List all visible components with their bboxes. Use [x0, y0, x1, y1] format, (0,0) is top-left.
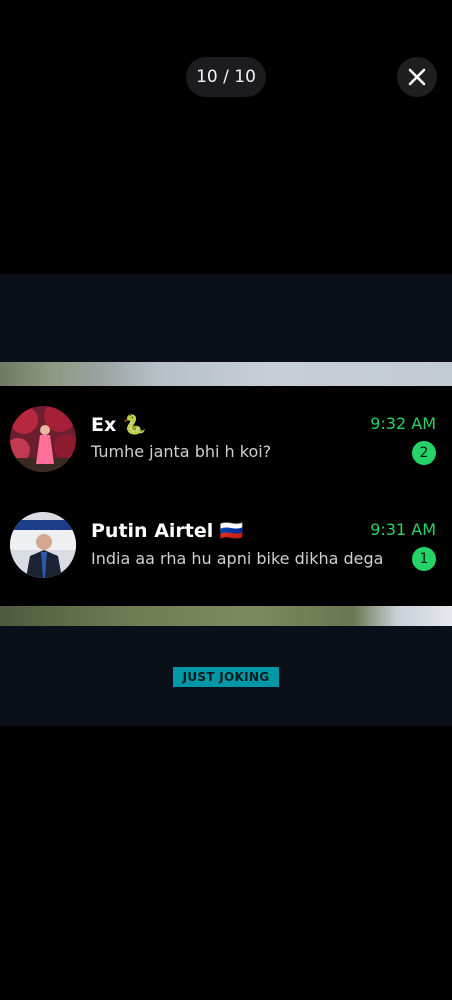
contact-name: Putin Airtel: [91, 520, 214, 542]
snake-emoji: 🐍: [122, 414, 147, 436]
unread-badge: 2: [412, 441, 436, 465]
message-time: 9:31 AM: [370, 520, 436, 539]
chat-title: Ex 🐍: [91, 413, 147, 436]
message-preview: India aa rha hu apni bike dikha dega: [91, 549, 384, 568]
caption-label: JUST JOKING: [173, 667, 279, 687]
message-time: 9:32 AM: [370, 414, 436, 433]
russia-flag-emoji: 🇷🇺: [219, 520, 244, 542]
contact-name: Ex: [91, 414, 117, 436]
unread-badge: 1: [412, 547, 436, 571]
background-photo-bottom: [0, 606, 452, 626]
avatar: [10, 406, 76, 472]
close-button[interactable]: [397, 57, 437, 97]
avatar: [10, 512, 76, 578]
chat-item-putin-airtel[interactable]: Putin Airtel 🇷🇺 India aa rha hu apni bik…: [0, 496, 452, 606]
close-icon: [408, 68, 426, 86]
media-frame: Ex 🐍 Tumhe janta bhi h koi? 9:32 AM 2 Pu…: [0, 274, 452, 726]
background-photo-top: [0, 362, 452, 386]
counter-text: 10 / 10: [196, 67, 256, 87]
chat-title: Putin Airtel 🇷🇺: [91, 519, 244, 542]
image-counter: 10 / 10: [186, 57, 266, 97]
chat-item-ex[interactable]: Ex 🐍 Tumhe janta bhi h koi? 9:32 AM 2: [0, 386, 452, 496]
message-preview: Tumhe janta bhi h koi?: [91, 442, 272, 461]
chat-list: Ex 🐍 Tumhe janta bhi h koi? 9:32 AM 2 Pu…: [0, 386, 452, 606]
